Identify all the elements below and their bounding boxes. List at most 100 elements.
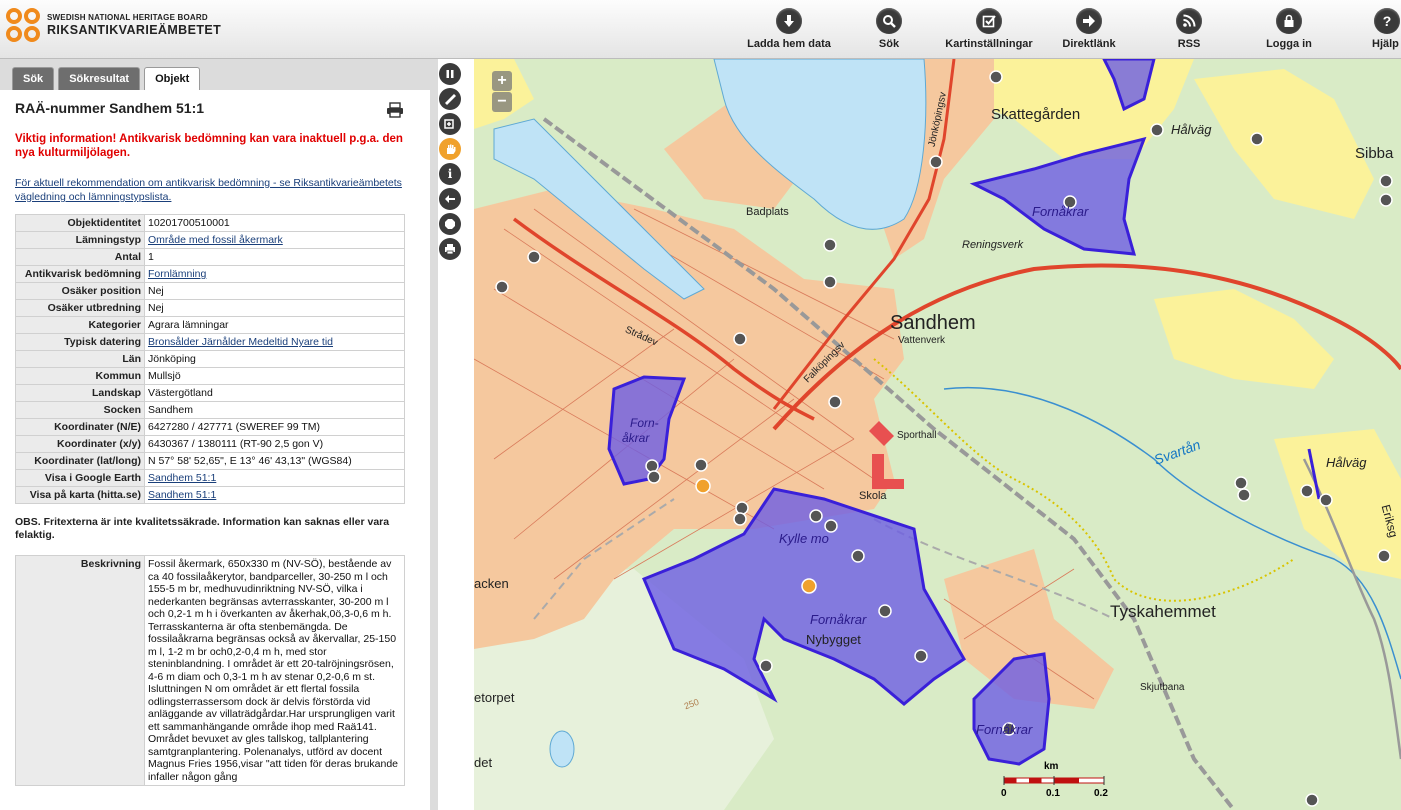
attribute-link[interactable]: Område med fossil åkermark — [148, 234, 283, 246]
monument-marker[interactable] — [1377, 549, 1391, 563]
back-button[interactable] — [439, 188, 461, 210]
attribute-key: Koordinater (x/y) — [15, 435, 145, 453]
print-icon[interactable] — [386, 102, 404, 118]
attribute-key: Osäker utbredning — [15, 299, 145, 317]
download-data-button[interactable]: Ladda hem data — [734, 8, 844, 50]
monument-marker[interactable] — [527, 250, 541, 264]
attribute-value: Bronsålder Järnålder Medeltid Nyare tid — [144, 333, 405, 351]
attribute-value: Mullsjö — [144, 367, 405, 385]
rss-label: RSS — [1177, 38, 1201, 50]
monument-marker[interactable] — [1379, 174, 1393, 188]
monument-marker[interactable] — [1250, 132, 1264, 146]
monument-marker[interactable] — [694, 458, 708, 472]
map-label-sandhem: Sandhem — [890, 312, 976, 334]
direct-link-button[interactable]: Direktlänk — [1034, 8, 1144, 50]
collapse-panel-button[interactable] — [439, 63, 461, 85]
attribute-value: Västergötland — [144, 384, 405, 402]
zoom-out-button[interactable]: − — [492, 92, 512, 112]
zoom-box-button[interactable] — [439, 113, 461, 135]
monument-marker[interactable] — [1234, 476, 1248, 490]
app-header: SWEDISH NATIONAL HERITAGE BOARD RIKSANTI… — [0, 0, 1401, 59]
attribute-table: Objektidentitet 10201700510001 Lämningstyp… — [15, 214, 405, 504]
monument-marker[interactable] — [809, 509, 823, 523]
scale-tick-1: 0.1 — [1046, 788, 1060, 799]
monument-marker[interactable] — [989, 70, 1003, 84]
map-settings-button[interactable]: Kartinställningar — [934, 8, 1044, 50]
map-settings-icon — [976, 8, 1002, 34]
attribute-key: Lämningstyp — [15, 231, 145, 249]
attribute-value: Sandhem 51:1 — [144, 469, 405, 487]
monument-marker[interactable] — [878, 604, 892, 618]
tab-sok[interactable]: Sök — [12, 67, 55, 90]
monument-marker[interactable] — [1150, 123, 1164, 137]
warning-message: Viktig information! Antikvarisk bedömnin… — [15, 133, 403, 159]
monument-marker[interactable] — [823, 275, 837, 289]
map-label-akrar: åkrar — [622, 431, 650, 445]
scale-bar: km 0 0.1 0.2 — [1000, 761, 1110, 801]
map-settings-label: Kartinställningar — [945, 38, 1033, 50]
map-view[interactable]: + − Skattegården Hålväg Sibba Fornåkrar … — [474, 59, 1401, 810]
rss-button[interactable]: RSS — [1134, 8, 1244, 50]
attribute-row: Antikvarisk bedömning Fornlämning — [15, 265, 405, 283]
attribute-key: Antal — [15, 248, 145, 266]
monument-marker[interactable] — [647, 470, 661, 484]
tab-sokresultat[interactable]: Sökresultat — [58, 67, 141, 90]
monument-marker[interactable] — [914, 649, 928, 663]
tab-objekt[interactable]: Objekt — [144, 67, 201, 90]
measure-button[interactable] — [439, 88, 461, 110]
monument-marker[interactable] — [851, 549, 865, 563]
pan-button[interactable] — [439, 138, 461, 160]
guidance-link[interactable]: För aktuell rekommendation om antikvaris… — [15, 176, 415, 204]
monument-marker[interactable] — [733, 332, 747, 346]
map-label-halvag-2: Hålväg — [1326, 455, 1367, 470]
zoom-controls: + − — [492, 71, 512, 113]
attribute-row: Objektidentitet 10201700510001 — [15, 214, 405, 232]
attribute-value: 6427280 / 427771 (SWEREF 99 TM) — [144, 418, 405, 436]
logo-text: SWEDISH NATIONAL HERITAGE BOARD RIKSANTI… — [47, 13, 221, 37]
search-button[interactable]: Sök — [834, 8, 944, 50]
attribute-value: 10201700510001 — [144, 214, 405, 232]
attribute-link[interactable]: Fornlämning — [148, 268, 206, 280]
monument-marker[interactable] — [735, 501, 749, 515]
login-button[interactable]: Logga in — [1234, 8, 1344, 50]
search-icon — [876, 8, 902, 34]
monument-marker[interactable] — [1379, 193, 1393, 207]
attribute-value: Fornlämning — [144, 265, 405, 283]
stop-button[interactable] — [439, 213, 461, 235]
monument-marker[interactable] — [759, 659, 773, 673]
monument-marker[interactable] — [823, 238, 837, 252]
monument-marker[interactable] — [645, 459, 659, 473]
attribute-link[interactable]: Sandhem 51:1 — [148, 472, 216, 484]
attribute-value: Nej — [144, 282, 405, 300]
description-row: Beskrivning Fossil åkermark, 650x330 m (… — [15, 555, 405, 786]
monument-marker[interactable] — [1237, 488, 1251, 502]
monument-marker[interactable] — [1305, 793, 1319, 807]
lock-icon — [1276, 8, 1302, 34]
map-label-sibba: Sibba — [1355, 145, 1394, 162]
attribute-key: Koordinater (lat/long) — [15, 452, 145, 470]
monument-marker[interactable] — [828, 395, 842, 409]
back-arrow-icon — [445, 195, 455, 203]
fornakrar-polygon-1[interactable] — [969, 136, 1147, 256]
selected-marker[interactable] — [695, 478, 711, 494]
monument-marker[interactable] — [733, 512, 747, 526]
monument-marker[interactable] — [1300, 484, 1314, 498]
print-map-button[interactable] — [439, 238, 461, 260]
attribute-link[interactable]: Sandhem 51:1 — [148, 489, 216, 501]
raa-logo[interactable]: SWEDISH NATIONAL HERITAGE BOARD RIKSANTI… — [5, 7, 221, 43]
monument-marker[interactable] — [495, 280, 509, 294]
attribute-key: Objektidentitet — [15, 214, 145, 232]
info-button[interactable]: i — [439, 163, 461, 185]
attribute-link[interactable]: Bronsålder Järnålder Medeltid Nyare tid — [148, 336, 333, 348]
attribute-row: Landskap Västergötland — [15, 384, 405, 402]
attribute-value: Sandhem 51:1 — [144, 486, 405, 504]
attribute-value: Agrara lämningar — [144, 316, 405, 334]
zoom-in-button[interactable]: + — [492, 71, 512, 91]
monument-marker[interactable] — [929, 155, 943, 169]
selected-marker[interactable] — [801, 578, 817, 594]
pause-icon — [446, 70, 454, 78]
monument-marker[interactable] — [1319, 493, 1333, 507]
help-button[interactable]: ? Hjälp — [1334, 8, 1401, 50]
map-label-skjutbana: Skjutbana — [1140, 682, 1185, 693]
attribute-key: Kommun — [15, 367, 145, 385]
